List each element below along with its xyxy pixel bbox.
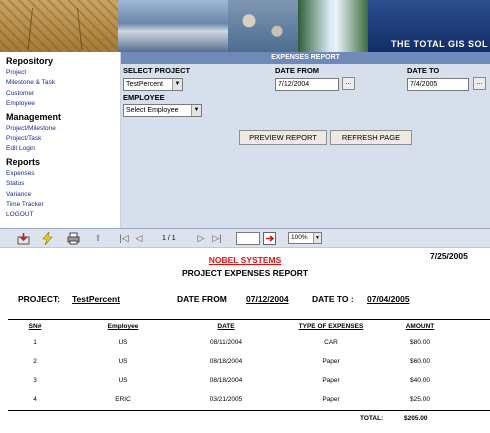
table-cell-sn: 2	[33, 358, 37, 365]
table-cell-sn: 4	[33, 396, 37, 403]
sidebar-item-project-task[interactable]: Project/Task	[6, 134, 120, 144]
employee-select[interactable]: Select Employee ▼	[123, 104, 202, 117]
sidebar-item-variance[interactable]: Variance	[6, 190, 120, 200]
date-to-picker-button[interactable]: ...	[473, 77, 486, 90]
project-select[interactable]: TestPercent ▼	[123, 78, 183, 91]
sidebar-section-reports: Reports	[6, 156, 41, 167]
table-cell-date: 08/18/2004	[209, 377, 243, 384]
table-cell-date: 08/18/2004	[209, 358, 243, 365]
sidebar-section-repository: Repository	[6, 56, 54, 66]
table-cell-amount: $80.00	[410, 339, 430, 346]
lightning-icon[interactable]	[40, 230, 54, 246]
expenses-report-form: EXPENSES REPORT SELECT PROJECT TestPerce…	[121, 52, 490, 228]
banner-photo-waterfall	[298, 0, 368, 52]
date-from-value-report: 07/12/2004	[246, 294, 289, 304]
column-header-amount: AMOUNT	[405, 323, 435, 330]
date-to-label-report: DATE TO :	[312, 294, 354, 304]
sidebar-item-project-milestone[interactable]: Project/Milestone	[6, 124, 120, 134]
export-icon[interactable]	[16, 232, 30, 245]
next-page-icon[interactable]: ▷	[196, 232, 206, 245]
report-document: 7/25/2005 NOBEL SYSTEMS PROJECT EXPENSES…	[0, 248, 490, 433]
table-cell-employee: US	[118, 358, 128, 365]
table-cell-employee: ERIC	[115, 396, 131, 403]
company-name: NOBEL SYSTEMS	[208, 255, 282, 265]
sidebar-item-expenses[interactable]: Expenses	[6, 169, 120, 179]
chevron-down-icon: ▼	[191, 105, 201, 116]
zoom-value: 100%	[291, 234, 308, 241]
prev-page-icon[interactable]: ◁	[134, 232, 144, 245]
date-to-value-report: 07/04/2005	[367, 294, 410, 304]
table-cell-sn: 1	[33, 339, 37, 346]
table-bottom-rule	[8, 410, 490, 411]
print-icon[interactable]	[66, 232, 80, 245]
table-cell-type: Paper	[322, 377, 340, 384]
date-to-input[interactable]: 7/4/2005	[407, 78, 469, 91]
column-header-sn: SN#	[28, 323, 42, 330]
chevron-down-icon: ▼	[172, 79, 182, 90]
column-header-employee: Employee	[107, 323, 139, 330]
form-header: EXPENSES REPORT	[121, 52, 490, 64]
refresh-page-button[interactable]: REFRESH PAGE	[330, 130, 412, 145]
sidebar-item-project[interactable]: Project	[6, 68, 120, 78]
sidebar-item-milestone-task[interactable]: Milestone & Task	[6, 78, 120, 88]
header-banner: THE TOTAL GIS SOL	[0, 0, 490, 52]
select-project-label: SELECT PROJECT	[123, 66, 191, 75]
sidebar-item-time-tracker[interactable]: Time Tracker	[6, 200, 120, 210]
sidebar: Repository Project Milestone & Task Cust…	[0, 52, 121, 228]
date-from-input[interactable]: 7/12/2004	[275, 78, 339, 91]
employee-select-value: Select Employee	[126, 107, 179, 114]
table-cell-date: 08/11/2004	[209, 339, 243, 346]
table-cell-type: CAR	[324, 339, 338, 346]
employee-label: EMPLOYEE	[123, 93, 165, 102]
total-value: $205.00	[404, 415, 428, 422]
table-top-rule	[8, 319, 490, 320]
table-cell-employee: US	[118, 377, 128, 384]
table-cell-amount: $25.00	[410, 396, 430, 403]
report-title: PROJECT EXPENSES REPORT	[181, 268, 309, 278]
chevron-down-icon: ▼	[313, 233, 321, 243]
table-cell-sn: 3	[33, 377, 37, 384]
table-cell-type: Paper	[322, 358, 340, 365]
project-select-value: TestPercent	[126, 81, 163, 88]
preview-report-button[interactable]: PREVIEW REPORT	[239, 130, 327, 145]
page-number-input[interactable]	[236, 232, 260, 245]
page-indicator: 1 / 1	[162, 235, 176, 242]
column-header-type: TYPE OF EXPENSES	[298, 323, 364, 330]
up-arrow-icon[interactable]: ⬆	[92, 232, 104, 245]
sidebar-section-management: Management	[6, 111, 62, 122]
date-to-label: DATE TO	[407, 66, 440, 75]
total-label: TOTAL:	[360, 415, 384, 422]
table-cell-date: 03/21/2005	[209, 396, 243, 403]
column-header-date: DATE	[217, 323, 235, 330]
project-label: PROJECT:	[18, 294, 61, 304]
sidebar-item-status[interactable]: Status	[6, 179, 120, 189]
sidebar-item-logout[interactable]: LOGOUT	[6, 210, 120, 220]
table-cell-amount: $40.00	[410, 377, 430, 384]
date-from-label-report: DATE FROM	[177, 294, 227, 304]
table-cell-employee: US	[118, 339, 128, 346]
last-page-icon[interactable]: ▷|	[210, 232, 224, 245]
sidebar-item-customer[interactable]: Customer	[6, 89, 120, 99]
table-cell-type: Paper	[322, 396, 340, 403]
date-from-label: DATE FROM	[275, 66, 320, 75]
banner-photo-city	[118, 0, 228, 52]
project-value: TestPercent	[72, 294, 121, 304]
zoom-select[interactable]: 100% ▼	[288, 232, 322, 244]
go-icon[interactable]	[262, 232, 276, 245]
sidebar-item-employee[interactable]: Employee	[6, 99, 120, 109]
date-from-picker-button[interactable]: ...	[342, 77, 355, 90]
banner-tagline: THE TOTAL GIS SOL	[390, 39, 488, 49]
table-cell-amount: $60.00	[410, 358, 430, 365]
sidebar-item-edit-login[interactable]: Edit Login	[6, 144, 120, 154]
banner-photo-towers	[0, 0, 118, 52]
report-viewer-toolbar: ⬆ |◁ ◁ 1 / 1 ▷ ▷| 100% ▼	[0, 228, 490, 248]
first-page-icon[interactable]: |◁	[118, 232, 130, 245]
banner-photo-aerial	[228, 0, 298, 52]
